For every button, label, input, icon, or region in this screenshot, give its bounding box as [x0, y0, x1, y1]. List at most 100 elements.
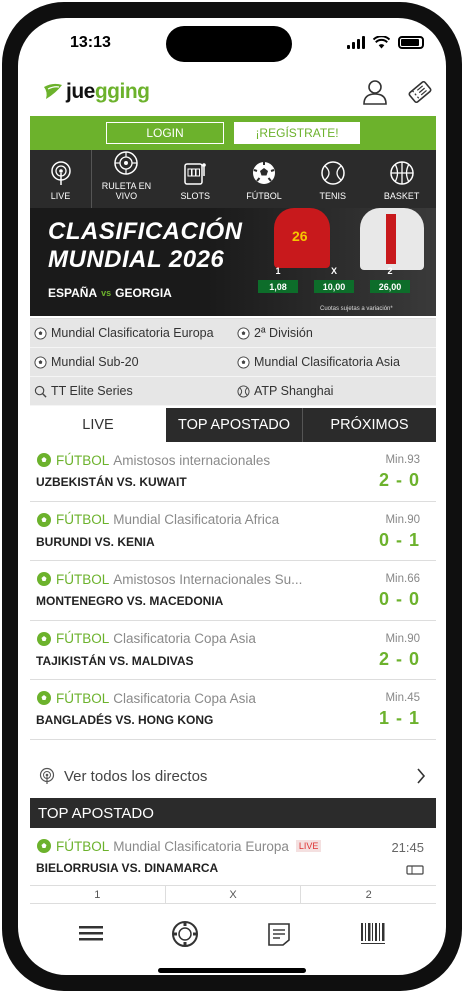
juegging-logo[interactable]: juegging	[42, 80, 150, 104]
events-tabs: LIVE TOP APOSTADO PRÓXIMOS	[30, 408, 436, 442]
football-icon	[37, 572, 51, 586]
match-time: 21:45	[391, 840, 424, 855]
player-number: 26	[292, 228, 308, 244]
match-score: 1 - 1	[378, 708, 420, 728]
match-teams: BURUNDI VS. KENIA	[36, 534, 155, 549]
tab-proximos[interactable]: PRÓXIMOS	[303, 408, 436, 442]
match-teams: UZBEKISTÁN VS. KUWAIT	[36, 475, 187, 489]
tab-live[interactable]: LIVE	[30, 408, 166, 442]
menu-icon[interactable]	[78, 923, 104, 945]
competition-link[interactable]: Mundial Sub-20	[30, 348, 233, 377]
football-icon	[37, 631, 51, 646]
home-indicator	[158, 968, 306, 973]
sport-nav-football[interactable]: FÚTBOL	[230, 150, 299, 208]
match-score: 0 - 0	[378, 589, 420, 609]
odds-home-button[interactable]: 1	[30, 886, 166, 903]
login-button[interactable]: LOGIN	[106, 122, 224, 144]
tennis-icon	[321, 161, 345, 185]
odds-draw-button[interactable]: X	[166, 886, 302, 903]
banner-title: CLASIFICACIÓN MUNDIAL 2026	[48, 218, 243, 273]
sport-nav-basket[interactable]: BASKET	[367, 150, 436, 208]
ticket-icon[interactable]	[406, 78, 434, 106]
user-icon[interactable]	[362, 78, 388, 106]
logo-text: juegging	[66, 80, 150, 103]
odds-away-button[interactable]: 2	[301, 886, 436, 903]
match-score: 2 - 0	[378, 470, 420, 490]
competition-link[interactable]: Mundial Clasificatoria Europa	[30, 319, 233, 348]
live-icon	[50, 161, 71, 185]
live-badge: LIVE	[295, 840, 322, 852]
match-score: 0 - 1	[378, 529, 420, 550]
sport-nav-slots[interactable]: SLOTS	[161, 150, 230, 208]
football-icon	[37, 512, 51, 527]
live-icon	[39, 767, 55, 784]
signal-icon	[347, 35, 365, 49]
status-icons	[347, 35, 424, 49]
football-icon	[34, 355, 47, 369]
match-score: 2 - 0	[378, 648, 420, 669]
register-button[interactable]: ¡REGÍSTRATE!	[234, 122, 360, 144]
casino-chip-icon[interactable]	[171, 920, 199, 948]
top-match-row[interactable]: FÚTBOL Mundial Clasificatoria Europa LIV…	[30, 828, 436, 886]
banner-teams: ESPAÑA vs GEORGIA	[48, 286, 172, 300]
match-row[interactable]: FÚTBOL Mundial Clasificatoria Africa BUR…	[30, 502, 436, 561]
match-minute: Min.66	[385, 573, 420, 585]
bet-ticket-icon	[406, 865, 424, 875]
banner-odds: 1 1,08 X 10,00 2 26,00	[258, 266, 410, 293]
competition-link[interactable]: ATP Shanghai	[233, 377, 436, 406]
football-icon	[37, 691, 51, 705]
football-icon	[34, 326, 47, 340]
sports-nav: LIVE RULETA EN VIVO SLOTS FÚTBOL TENIS B…	[30, 150, 436, 208]
match-minute: Min.45	[385, 692, 420, 704]
chevron-right-icon	[417, 768, 426, 784]
football-icon	[237, 326, 250, 340]
promo-banner[interactable]: 26 CLASIFICACIÓN MUNDIAL 2026 ESPAÑA vs …	[30, 208, 436, 316]
player-georgia-stripe	[386, 214, 396, 264]
bottom-nav	[18, 906, 446, 962]
match-teams: TAJIKISTÁN VS. MALDIVAS	[36, 653, 194, 668]
basket-icon	[389, 161, 414, 185]
slots-icon	[184, 163, 206, 185]
logo-mark-icon	[44, 83, 62, 99]
competition-link[interactable]: Mundial Clasificatoria Asia	[233, 348, 436, 377]
app-header: juegging	[18, 72, 446, 118]
match-row[interactable]: FÚTBOL Clasificatoria Copa Asia BANGLADÉ…	[30, 680, 436, 740]
top-match-odds: 1 X 2	[30, 886, 436, 904]
roulette-icon	[114, 151, 139, 175]
match-minute: Min.90	[385, 632, 420, 645]
see-all-live-link[interactable]: Ver todos los directos	[30, 756, 436, 796]
competition-shortcuts: Mundial Clasificatoria Europa 2ª Divisió…	[30, 318, 436, 406]
wifi-icon	[373, 35, 390, 48]
match-row[interactable]: FÚTBOL Amistosos internacionales UZBEKIS…	[30, 442, 436, 502]
football-icon	[237, 355, 250, 369]
football-icon	[252, 162, 275, 184]
match-teams: MONTENEGRO VS. MACEDONIA	[36, 594, 224, 608]
banner-odd-draw[interactable]: X 10,00	[314, 266, 354, 293]
match-minute: Min.90	[385, 513, 420, 526]
competition-link[interactable]: 2ª División	[233, 319, 436, 348]
barcode-icon[interactable]	[359, 921, 387, 947]
sport-nav-tennis[interactable]: TENIS	[298, 150, 367, 208]
competition-link[interactable]: TT Elite Series	[30, 377, 233, 406]
match-row[interactable]: FÚTBOL Clasificatoria Copa Asia TAJIKIST…	[30, 621, 436, 680]
sport-nav-live[interactable]: LIVE	[30, 150, 92, 208]
phone-frame: 13:13 juegging LOGIN ¡REGÍSTRATE! LIVE R…	[2, 2, 462, 991]
banner-odd-home[interactable]: 1 1,08	[258, 266, 298, 293]
match-row[interactable]: FÚTBOL Amistosos Internacionales Su... M…	[30, 561, 436, 621]
screen: 13:13 juegging LOGIN ¡REGÍSTRATE! LIVE R…	[18, 18, 446, 975]
football-icon	[37, 839, 51, 853]
sport-nav-roulette[interactable]: RULETA EN VIVO	[92, 150, 161, 208]
section-title-top-apostado: TOP APOSTADO	[30, 798, 436, 828]
tab-top-apostado[interactable]: TOP APOSTADO	[166, 408, 303, 442]
banner-odd-away[interactable]: 2 26,00	[370, 266, 410, 293]
betslip-icon[interactable]	[266, 921, 292, 947]
match-teams: BIELORRUSIA VS. DINAMARCA	[36, 861, 219, 875]
match-minute: Min.93	[385, 454, 420, 466]
table-tennis-icon	[34, 385, 47, 398]
battery-icon	[398, 35, 424, 49]
match-teams: BANGLADÉS VS. HONG KONG	[36, 713, 214, 727]
football-icon	[37, 453, 51, 467]
status-time: 13:13	[70, 34, 111, 51]
auth-bar: LOGIN ¡REGÍSTRATE!	[30, 116, 436, 150]
tennis-icon	[237, 384, 250, 398]
